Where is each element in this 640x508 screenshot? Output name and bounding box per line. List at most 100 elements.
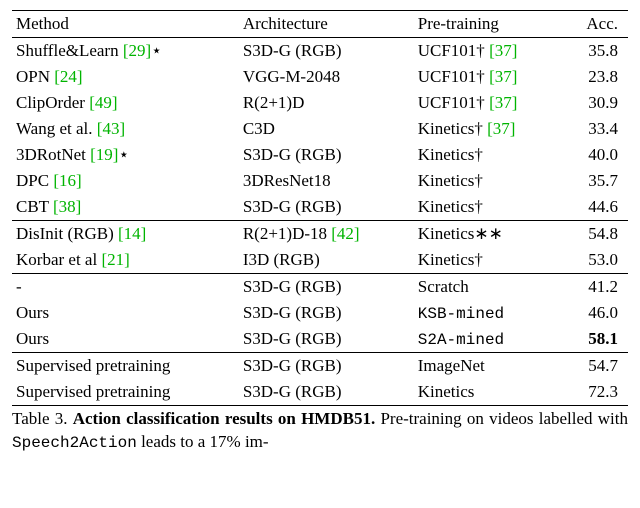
acc-value: 54.7 [588,356,618,375]
method-text: Supervised pretraining [16,356,170,375]
caption-tt: Speech2Action [12,434,137,452]
col-acc: Acc. [565,11,628,38]
pretrain: Kinetics† [418,171,483,190]
method-cite: [38] [53,197,81,216]
cell-arch: S3D-G (RGB) [239,274,414,301]
cell-arch: R(2+1)D-18 [42] [239,221,414,248]
acc-value: 58.1 [588,329,618,348]
cell-pretrain: UCF101† [37] [414,38,565,65]
cell-arch: 3DResNet18 [239,168,414,194]
cell-method: - [12,274,239,301]
pretrain: Kinetics† [418,145,483,164]
cell-pretrain: Scratch [414,274,565,301]
cell-acc: 72.3 [565,379,628,406]
method-text: - [16,277,22,296]
method-suffix: ⋆ [151,41,162,60]
method: Supervised pretraining [16,382,170,401]
acc-value: 53.0 [588,250,618,269]
arch: I3D (RGB) [243,250,320,269]
pretrain-text: ImageNet [418,356,485,375]
cell-acc: 35.8 [565,38,628,65]
table-row: 3DRotNet [19]⋆S3D-G (RGB)Kinetics†40.0 [12,142,628,168]
method-cite: [24] [54,67,82,86]
cell-arch: S3D-G (RGB) [239,38,414,65]
arch: S3D-G (RGB) [243,277,342,296]
table-row: ClipOrder [49]R(2+1)DUCF101† [37]30.9 [12,90,628,116]
cell-arch: S3D-G (RGB) [239,300,414,326]
method: Wang et al. [43] [16,119,125,138]
cell-method: Supervised pretraining [12,353,239,380]
table-row: Shuffle&Learn [29]⋆S3D-G (RGB)UCF101† [3… [12,38,628,65]
arch-text: R(2+1)D-18 [243,224,331,243]
method-cite: [29] [123,41,151,60]
cell-arch: I3D (RGB) [239,247,414,274]
cell-acc: 46.0 [565,300,628,326]
method-text: Ours [16,329,49,348]
arch: S3D-G (RGB) [243,356,342,375]
arch: R(2+1)D [243,93,305,112]
cell-acc: 23.8 [565,64,628,90]
method-cite: [16] [53,171,81,190]
pretrain-text: UCF101† [418,93,489,112]
acc-value: 30.9 [588,93,618,112]
table-row: OursS3D-G (RGB)KSB-mined46.0 [12,300,628,326]
method: DPC [16] [16,171,82,190]
cell-pretrain: Kinetics† [414,168,565,194]
cell-arch: S3D-G (RGB) [239,194,414,221]
arch: C3D [243,119,275,138]
pretrain-cite: [37] [487,119,515,138]
cell-acc: 35.7 [565,168,628,194]
cell-method: DisInit (RGB) [14] [12,221,239,248]
cell-method: Ours [12,326,239,353]
method-cite: [49] [89,93,117,112]
cell-pretrain: Kinetics† [37] [414,116,565,142]
cell-acc: 30.9 [565,90,628,116]
pretrain: Kinetics† [418,250,483,269]
pretrain: KSB-mined [418,303,504,322]
pretrain-tt: S2A-mined [418,331,504,349]
col-arch: Architecture [239,11,414,38]
cell-acc: 44.6 [565,194,628,221]
pretrain: Kinetics [418,382,475,401]
cell-acc: 54.8 [565,221,628,248]
pretrain-text: UCF101† [418,41,489,60]
pretrain-text: Kinetics† [418,119,487,138]
method-text: Supervised pretraining [16,382,170,401]
method-text: Shuffle&Learn [16,41,123,60]
pretrain-text: Kinetics† [418,171,483,190]
cell-arch: VGG-M-2048 [239,64,414,90]
cell-pretrain: ImageNet [414,353,565,380]
cell-method: Korbar et al [21] [12,247,239,274]
cell-pretrain: Kinetics† [414,247,565,274]
arch: S3D-G (RGB) [243,382,342,401]
cell-arch: S3D-G (RGB) [239,326,414,353]
table-header-row: Method Architecture Pre-training Acc. [12,11,628,38]
method-text: ClipOrder [16,93,89,112]
cell-pretrain: Kinetics† [414,142,565,168]
pretrain-cite: [37] [489,67,517,86]
acc-value: 35.8 [588,41,618,60]
method-text: Korbar et al [16,250,101,269]
cell-pretrain: Kinetics [414,379,565,406]
cell-method: Shuffle&Learn [29]⋆ [12,38,239,65]
method: Supervised pretraining [16,356,170,375]
pretrain: UCF101† [37] [418,67,518,86]
method-text: DPC [16,171,53,190]
table-caption: Table 3. Action classification results o… [12,408,628,455]
method-cite: [21] [101,250,129,269]
table-row: CBT [38] S3D-G (RGB)Kinetics† 44.6 [12,194,628,221]
method: CBT [38] [16,197,81,216]
pretrain-text: Scratch [418,277,469,296]
pretrain-text: Kinetics† [418,197,483,216]
method: OPN [24] [16,67,83,86]
cell-method: DPC [16] [12,168,239,194]
arch: R(2+1)D-18 [42] [243,224,360,243]
cell-method: ClipOrder [49] [12,90,239,116]
acc-value: 23.8 [588,67,618,86]
pretrain: UCF101† [37] [418,41,518,60]
pretrain-cite: [37] [489,93,517,112]
cell-acc: 53.0 [565,247,628,274]
cell-method: Supervised pretraining [12,379,239,406]
cell-pretrain: UCF101† [37] [414,90,565,116]
method-cite: [14] [118,224,146,243]
